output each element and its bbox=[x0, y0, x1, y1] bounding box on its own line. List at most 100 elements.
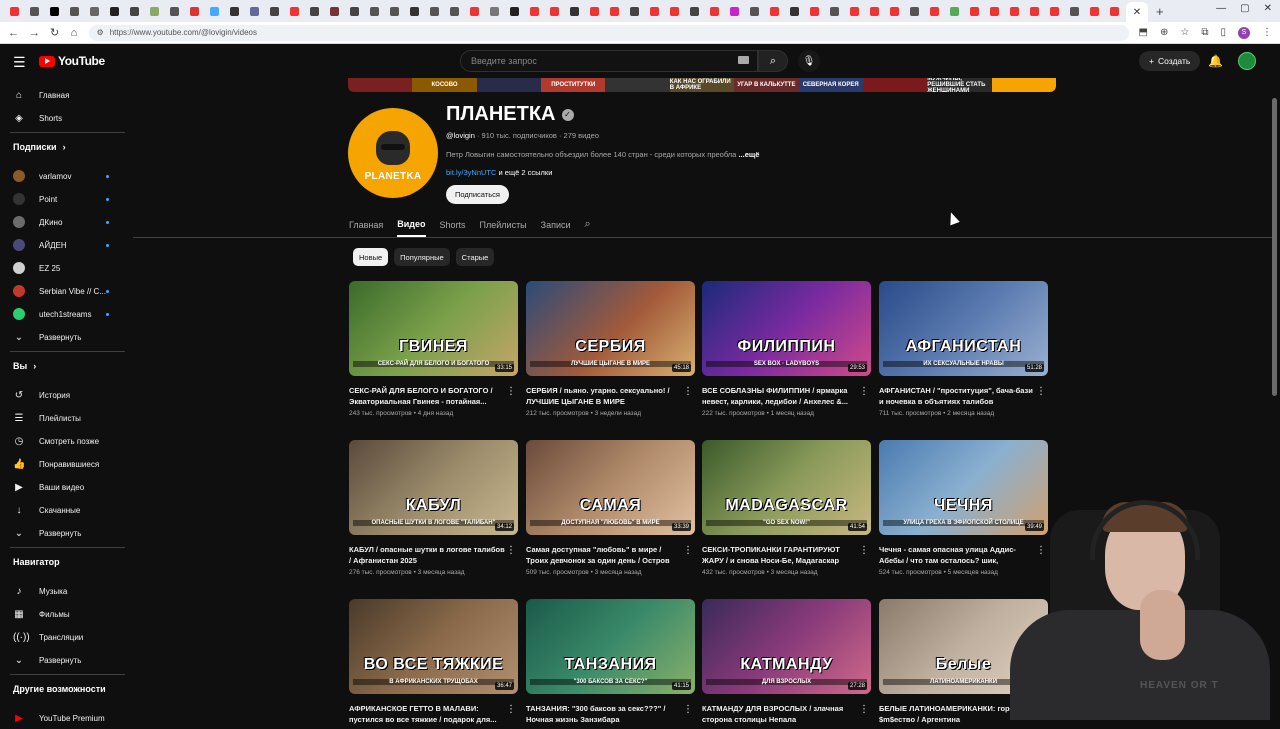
browser-tab[interactable] bbox=[686, 3, 702, 19]
browser-tab[interactable] bbox=[386, 3, 402, 19]
browser-tab[interactable] bbox=[406, 3, 422, 19]
video-title[interactable]: СЕКС-РАЙ ДЛЯ БЕЛОГО И БОГАТОГО / Экватор… bbox=[349, 385, 507, 407]
sidebar-item-navigator-3[interactable]: ⌄ Развернуть bbox=[0, 649, 127, 671]
video-card[interactable]: АФГАНИСТАН ИХ СЕКСУАЛЬНЫЕ НРАВЫ 51:28 АФГАН… bbox=[879, 281, 1049, 417]
browser-tab[interactable] bbox=[46, 3, 62, 19]
browser-tab[interactable] bbox=[186, 3, 202, 19]
search-button[interactable]: ⌕ bbox=[758, 50, 788, 72]
browser-menu-icon[interactable]: ⋮ bbox=[1262, 27, 1272, 38]
subscribe-button[interactable]: Подписаться bbox=[446, 185, 509, 204]
more-options-icon[interactable]: ⋮ bbox=[506, 545, 516, 556]
video-title[interactable]: СЕКСИ-ТРОПИКАНКИ ГАРАНТИРУЮТ ЖАРУ / и сн… bbox=[702, 544, 860, 566]
sidebar-item-you-4[interactable]: ▶ Ваши видео bbox=[0, 476, 127, 498]
browser-tab[interactable] bbox=[66, 3, 82, 19]
browser-tab[interactable] bbox=[786, 3, 802, 19]
video-thumbnail[interactable]: MADAGASCAR "GO SEX NOW!" 41:54 bbox=[702, 440, 871, 535]
sidebar-item-you-2[interactable]: ◷ Смотреть позже bbox=[0, 430, 127, 452]
minimize-icon[interactable]: — bbox=[1216, 3, 1226, 14]
sidebar-item-navigator-1[interactable]: ▦ Фильмы bbox=[0, 603, 127, 625]
browser-tab[interactable] bbox=[906, 3, 922, 19]
sort-chip-1[interactable]: Популярные bbox=[394, 248, 450, 266]
sidebar-item-subscription-0[interactable]: varlamov bbox=[0, 165, 127, 187]
browser-tab[interactable] bbox=[586, 3, 602, 19]
browser-tab[interactable] bbox=[166, 3, 182, 19]
browser-tab[interactable] bbox=[86, 3, 102, 19]
browser-tab[interactable] bbox=[1086, 3, 1102, 19]
browser-tab[interactable] bbox=[1006, 3, 1022, 19]
video-title[interactable]: СЕРБИЯ / пьяно. угарно. сексуально! / ЛУ… bbox=[526, 385, 684, 407]
more-options-icon[interactable]: ⋮ bbox=[683, 545, 693, 556]
browser-tab[interactable] bbox=[546, 3, 562, 19]
keyboard-icon[interactable] bbox=[738, 56, 749, 64]
more-links[interactable]: и ещё 2 ссылки bbox=[496, 168, 553, 177]
sidebar-item-you-0[interactable]: ↺ История bbox=[0, 384, 127, 406]
install-icon[interactable]: ⬒ bbox=[1139, 27, 1148, 38]
browser-profile-avatar[interactable]: S bbox=[1238, 26, 1250, 39]
sidebar-item-subscription-1[interactable]: Point bbox=[0, 188, 127, 210]
tab-close-icon[interactable]: ✕ bbox=[1133, 7, 1141, 18]
video-thumbnail[interactable]: КАТМАНДУ ДЛЯ ВЗРОСЛЫХ 27:28 bbox=[702, 599, 871, 694]
sidebar-item-you-6[interactable]: ⌄ Развернуть bbox=[0, 522, 127, 544]
tab-1[interactable]: Видео bbox=[397, 219, 426, 237]
browser-tab[interactable] bbox=[426, 3, 442, 19]
tab-3[interactable]: Плейлисты bbox=[480, 220, 527, 236]
browser-tab[interactable] bbox=[886, 3, 902, 19]
new-tab-icon[interactable]: + bbox=[1156, 4, 1164, 19]
browser-tab[interactable] bbox=[646, 3, 662, 19]
browser-tab[interactable] bbox=[326, 3, 342, 19]
video-thumbnail[interactable]: ТАНЗАНИЯ "300 БАКСОВ ЗА СЕКС?" 41:15 bbox=[526, 599, 695, 694]
video-thumbnail[interactable]: АФГАНИСТАН ИХ СЕКСУАЛЬНЫЕ НРАВЫ 51:28 bbox=[879, 281, 1048, 376]
more-heading[interactable]: Другие возможности bbox=[13, 684, 106, 694]
sidebar-item-subscription-3[interactable]: АЙДЕН bbox=[0, 234, 127, 256]
sidebar-item-subscription-6[interactable]: utech1streams bbox=[0, 303, 127, 325]
browser-tab-active[interactable]: ✕ bbox=[1126, 2, 1148, 22]
browser-tab[interactable] bbox=[466, 3, 482, 19]
browser-tab[interactable] bbox=[126, 3, 142, 19]
search-input[interactable]: Введите запрос bbox=[460, 50, 758, 72]
channel-link[interactable]: bit.ly/3yNnUTC bbox=[446, 168, 496, 177]
video-thumbnail[interactable]: КАБУЛ ОПАСНЫЕ ШУТКИ В ЛОГОВЕ "ТАЛИБАН" 34:… bbox=[349, 440, 518, 535]
more-options-icon[interactable]: ⋮ bbox=[506, 704, 516, 715]
sort-chip-2[interactable]: Старые bbox=[455, 248, 495, 266]
browser-tab[interactable] bbox=[106, 3, 122, 19]
page-scrollbar[interactable] bbox=[1272, 98, 1277, 396]
site-info-icon[interactable]: ⚙ bbox=[97, 28, 104, 37]
sidebar-item-you-5[interactable]: ↓ Скачанные bbox=[0, 499, 127, 521]
video-title[interactable]: АФГАНИСТАН / "проституция", бача-бази и … bbox=[879, 385, 1037, 407]
video-title[interactable]: ТАНЗАНИЯ: "300 баксов за секс???" / Ночн… bbox=[526, 703, 684, 725]
browser-tab[interactable] bbox=[26, 3, 42, 19]
browser-tab[interactable] bbox=[866, 3, 882, 19]
more-options-icon[interactable]: ⋮ bbox=[859, 386, 869, 397]
channel-search-icon[interactable]: ⌕ bbox=[585, 218, 591, 237]
video-title[interactable]: АФРИКАНСКОЕ ГЕТТО В МАЛАВИ: пустился во … bbox=[349, 703, 507, 725]
video-card[interactable]: MADAGASCAR "GO SEX NOW!" 41:54 СЕКСИ-ТРОПИК… bbox=[702, 440, 872, 576]
video-thumbnail[interactable]: ФИЛИППИН SEX BOX · LADYBOYS 29:53 bbox=[702, 281, 871, 376]
url-input[interactable]: ⚙ https://www.youtube.com/@lovigin/video… bbox=[88, 24, 1129, 41]
browser-tab[interactable] bbox=[706, 3, 722, 19]
video-title[interactable]: КАТМАНДУ ДЛЯ ВЗРОСЛЫХ / злачная сторона … bbox=[702, 703, 860, 725]
video-title[interactable]: КАБУЛ / опасные шутки в логове талибов /… bbox=[349, 544, 507, 566]
browser-tab[interactable] bbox=[366, 3, 382, 19]
browser-tab[interactable] bbox=[306, 3, 322, 19]
zoom-icon[interactable]: ⊕ bbox=[1160, 27, 1168, 38]
video-title[interactable]: Самая доступная "любовь" в мире / Троих … bbox=[526, 544, 684, 566]
create-button[interactable]: + Создать bbox=[1139, 51, 1201, 71]
sidebar-item-subscription-2[interactable]: ДКино bbox=[0, 211, 127, 233]
browser-tab[interactable] bbox=[926, 3, 942, 19]
browser-tab[interactable] bbox=[446, 3, 462, 19]
video-card[interactable]: ТАНЗАНИЯ "300 БАКСОВ ЗА СЕКС?" 41:15 ТАНЗАН… bbox=[526, 599, 696, 725]
notifications-bell-icon[interactable]: 🔔 bbox=[1208, 54, 1223, 68]
browser-tab[interactable] bbox=[486, 3, 502, 19]
sidebar-item-subscription-4[interactable]: EZ 25 bbox=[0, 257, 127, 279]
extensions-icon[interactable]: ⧉ bbox=[1201, 27, 1208, 38]
browser-tab[interactable] bbox=[986, 3, 1002, 19]
sidebar-item-subscription-5[interactable]: Serbian Vibe // C... bbox=[0, 280, 127, 302]
youtube-logo[interactable]: YouTube bbox=[39, 54, 105, 68]
browser-tab[interactable] bbox=[846, 3, 862, 19]
sidebar-item-shorts[interactable]: ◈ Shorts bbox=[0, 107, 127, 129]
more-options-icon[interactable]: ⋮ bbox=[683, 704, 693, 715]
channel-description[interactable]: Петр Ловыгин самостоятельно объездил бол… bbox=[446, 150, 759, 159]
browser-tab[interactable] bbox=[666, 3, 682, 19]
sidebar-item-home[interactable]: ⌂ Главная bbox=[0, 84, 127, 106]
you-heading[interactable]: Вы › bbox=[13, 361, 36, 371]
